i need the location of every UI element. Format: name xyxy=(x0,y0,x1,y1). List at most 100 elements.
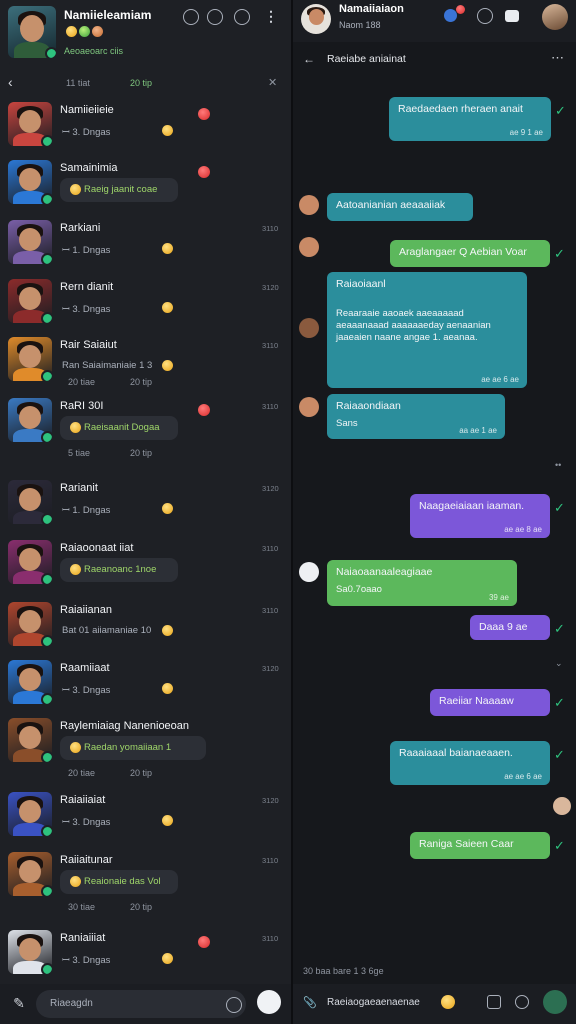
contact-avatar xyxy=(8,852,52,896)
contact-name: Samainimia xyxy=(60,162,118,174)
chat-list-item[interactable]: Raiaiianan 3110 Bat 01 aiiamaniae 10 xyxy=(0,600,291,656)
online-indicator xyxy=(41,693,52,704)
compose-icon[interactable]: ✎ xyxy=(8,992,30,1014)
chat-preview: ꟷ 1. Dngas xyxy=(62,245,111,256)
message-bubble[interactable]: Raiaoiaanl Reaaraaie aaoaek aaeaaaaad aea… xyxy=(327,272,527,388)
emoji-icon xyxy=(162,683,173,694)
search-icon[interactable] xyxy=(206,8,224,26)
message-bubble[interactable]: Naagaeiaiaan iaaman. ae ae 8 ae xyxy=(410,494,550,538)
chat-preview: ꟷ 1. Dngas xyxy=(62,505,111,516)
sticker-icon[interactable] xyxy=(515,995,529,1009)
left-composer-bar: ✎ Riaeagdn xyxy=(0,984,291,1024)
chat-preview: ꟷ 3. Dngas xyxy=(62,304,111,315)
filter-count-a[interactable]: 11 tiat xyxy=(66,78,90,88)
search-icon[interactable] xyxy=(476,7,494,25)
chat-list-item[interactable]: Namiieiieie ꟷ 3. Dngas xyxy=(0,100,291,156)
sender-avatar xyxy=(299,195,319,215)
contact-name: Rern dianit xyxy=(60,281,114,293)
unread-badge xyxy=(198,166,210,178)
read-check-icon: ✓ xyxy=(554,838,565,853)
message-input[interactable]: Raeiaogaeaenaenae xyxy=(327,997,420,1008)
chat-time: 3120 xyxy=(262,664,279,673)
message-meta: ae 9 1 ae xyxy=(509,128,543,137)
contact-avatar xyxy=(8,160,52,204)
message-bubble[interactable]: Raiaaondiaan Sans aa ae 1 ae xyxy=(327,394,505,439)
chat-time: 3120 xyxy=(262,796,279,805)
contact-avatar[interactable] xyxy=(301,4,331,34)
chat-list-item[interactable]: Rair Saiaiut 3110 Ran Saiaimaniaie 1 3 20 t… xyxy=(0,335,291,391)
conversation-header: Namaiiaiaon Naom 188 xyxy=(293,0,576,42)
back-arrow-icon[interactable]: ← xyxy=(303,52,315,66)
emoji-icon xyxy=(162,302,173,313)
sender-avatar xyxy=(299,397,319,417)
read-check-icon: ✓ xyxy=(554,695,565,710)
chat-list-item[interactable]: Raiiaitunar 3110 Reaionaie das Vol 30 tiae 2… xyxy=(0,850,291,912)
chat-time: 3120 xyxy=(262,283,279,292)
message-bubble[interactable]: Daaa 9 ae xyxy=(470,615,550,640)
message-text: Raiaoiaanl xyxy=(336,278,386,290)
chat-list-item[interactable]: Rarkiani 3110 ꟷ 1. Dngas xyxy=(0,218,291,274)
message-text: Aatoanianian aeaaaiiak xyxy=(336,199,446,211)
back-chevron-icon[interactable]: ‹ xyxy=(8,74,13,90)
preview-bubble: Raeig jaanit coae xyxy=(60,178,178,202)
profile-emoji-row xyxy=(64,26,103,39)
chat-search-input[interactable]: Riaeagdn xyxy=(36,990,246,1018)
message-bubble[interactable]: Raaaiaaal baianaeaaen. ae ae 6 ae xyxy=(390,741,550,785)
chat-list-item[interactable]: Raniaiiiat 3110 ꟷ 3. Dngas xyxy=(0,928,291,984)
message-meta: 39 ae xyxy=(488,593,509,602)
contact-name: Raamiiaat xyxy=(60,662,110,674)
message-bubble[interactable]: Raeiiar Naaaaw xyxy=(430,689,550,716)
close-filter-icon[interactable]: ✕ xyxy=(268,76,277,89)
chat-list-item[interactable]: RaRI 30I 3110 Raeisaanit Dogaa 5 tiae 20 tip xyxy=(0,396,291,458)
refresh-icon[interactable] xyxy=(234,9,250,25)
status-icon[interactable] xyxy=(183,9,199,25)
contact-name: Raiiaitunar xyxy=(60,854,113,866)
unread-badge xyxy=(198,108,210,120)
message-bubble[interactable]: Araglangaer Q Aebian Voar xyxy=(390,240,550,267)
my-avatar[interactable] xyxy=(8,6,56,58)
message-text: Raedaedaen rheraen anait xyxy=(398,103,523,115)
chat-time: 3120 xyxy=(262,484,279,493)
video-call-icon[interactable] xyxy=(505,10,519,22)
voice-message-icon[interactable] xyxy=(543,990,567,1014)
chat-list-item[interactable]: Raiaoonaat iiat 3110 Raeanoanc 1noe xyxy=(0,538,291,594)
contact-name: Raiaoonaat iiat xyxy=(60,542,134,554)
preview-bubble: Reaionaie das Vol xyxy=(60,870,178,894)
chat-list-item[interactable]: Samainimia Raeig jaanit coae xyxy=(0,158,291,214)
more-horizontal-icon[interactable]: ⋯ xyxy=(551,50,564,66)
read-check-icon: ✓ xyxy=(554,621,565,636)
message-bubble[interactable]: Raniga Saieen Caar xyxy=(410,832,550,859)
message-bubble[interactable]: Naiaoaanaaleagiaae Sa0.7oaao 39 ae xyxy=(327,560,517,606)
attach-icon[interactable]: 📎 xyxy=(303,996,317,1009)
online-indicator xyxy=(41,751,52,762)
read-check-icon: ✓ xyxy=(554,246,565,261)
chat-list-item[interactable]: Raiaiiaiat 3120 ꟷ 3. Dngas xyxy=(0,790,291,846)
emoji-icon[interactable] xyxy=(226,997,242,1013)
chat-stat-a: 5 tiae xyxy=(68,448,91,458)
online-indicator xyxy=(41,312,52,323)
chevron-down-icon[interactable]: ⌄ xyxy=(555,658,563,669)
message-text: Naiaoaanaaleagiaae xyxy=(336,566,433,578)
date-label: 30 baa bare 1 3 6ge xyxy=(303,966,384,976)
image-icon[interactable] xyxy=(487,995,501,1009)
contact-name: Raiaiiaiat xyxy=(60,794,106,806)
online-indicator xyxy=(41,573,52,584)
filter-count-b[interactable]: 20 tip xyxy=(130,78,152,88)
call-icon[interactable] xyxy=(444,9,457,22)
chat-list-item[interactable]: Rarianit 3120 ꟷ 1. Dngas xyxy=(0,478,291,534)
message-bubble[interactable]: Aatoanianian aeaaaiiak xyxy=(327,193,473,221)
chat-time: 3110 xyxy=(262,341,279,350)
chat-list-item[interactable]: Raylemiaiag Nanenioeoan Raedan yomaiiaan … xyxy=(0,716,291,778)
message-text: Daaa 9 ae xyxy=(479,621,528,633)
chat-list-item[interactable]: Rern dianit 3120 ꟷ 3. Dngas xyxy=(0,277,291,333)
emoji-picker-icon[interactable] xyxy=(441,995,455,1009)
online-indicator xyxy=(41,963,52,974)
user-avatar[interactable] xyxy=(542,4,568,30)
sender-avatar xyxy=(299,562,319,582)
chat-time: 3110 xyxy=(262,606,279,615)
more-vertical-icon[interactable]: ⋮ xyxy=(262,7,280,25)
chat-preview: Raeig jaanit coae xyxy=(84,184,158,195)
send-icon[interactable] xyxy=(257,990,281,1014)
chat-list-item[interactable]: Raamiiaat 3120 ꟷ 3. Dngas xyxy=(0,658,291,714)
message-bubble[interactable]: Raedaedaen rheraen anait ae 9 1 ae xyxy=(389,97,551,141)
